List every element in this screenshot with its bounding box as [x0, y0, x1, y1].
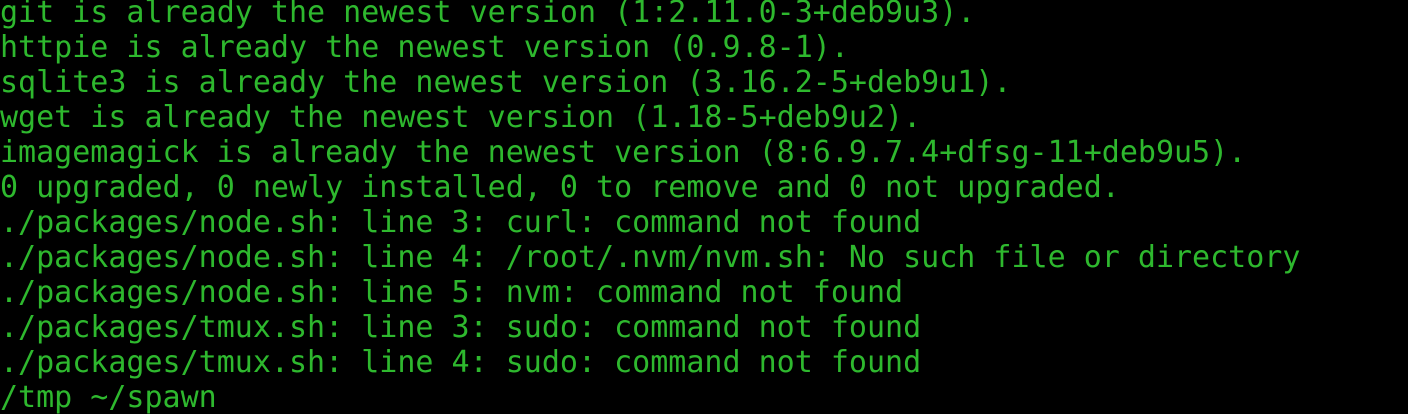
output-line-node-nvm-command-error: ./packages/node.sh: line 5: nvm: command… [0, 275, 904, 310]
prompt-line[interactable]: /tmp ~/spawn [0, 380, 1300, 414]
output-line-imagemagick: imagemagick is already the newest versio… [0, 135, 1247, 170]
output-line-tmux-sudo-error-1: ./packages/tmux.sh: line 3: sudo: comman… [0, 310, 922, 345]
output-line-httpie: httpie is already the newest version (0.… [0, 30, 849, 65]
output-line-upgrade-summary: 0 upgraded, 0 newly installed, 0 to remo… [0, 170, 1120, 205]
output-line-wget: wget is already the newest version (1.18… [0, 100, 922, 135]
output-line-sqlite3: sqlite3 is already the newest version (3… [0, 65, 1012, 100]
terminal-output: git is already the newest version (1:2.1… [0, 0, 1300, 414]
terminal-window[interactable]: git is already the newest version (1:2.1… [0, 0, 1408, 414]
output-line-tmux-sudo-error-2: ./packages/tmux.sh: line 4: sudo: comman… [0, 345, 922, 380]
output-line-node-curl-error: ./packages/node.sh: line 3: curl: comman… [0, 205, 922, 240]
output-line-node-nvm-file-error: ./packages/node.sh: line 4: /root/.nvm/n… [0, 240, 1301, 275]
output-line-git: git is already the newest version (1:2.1… [0, 0, 976, 30]
